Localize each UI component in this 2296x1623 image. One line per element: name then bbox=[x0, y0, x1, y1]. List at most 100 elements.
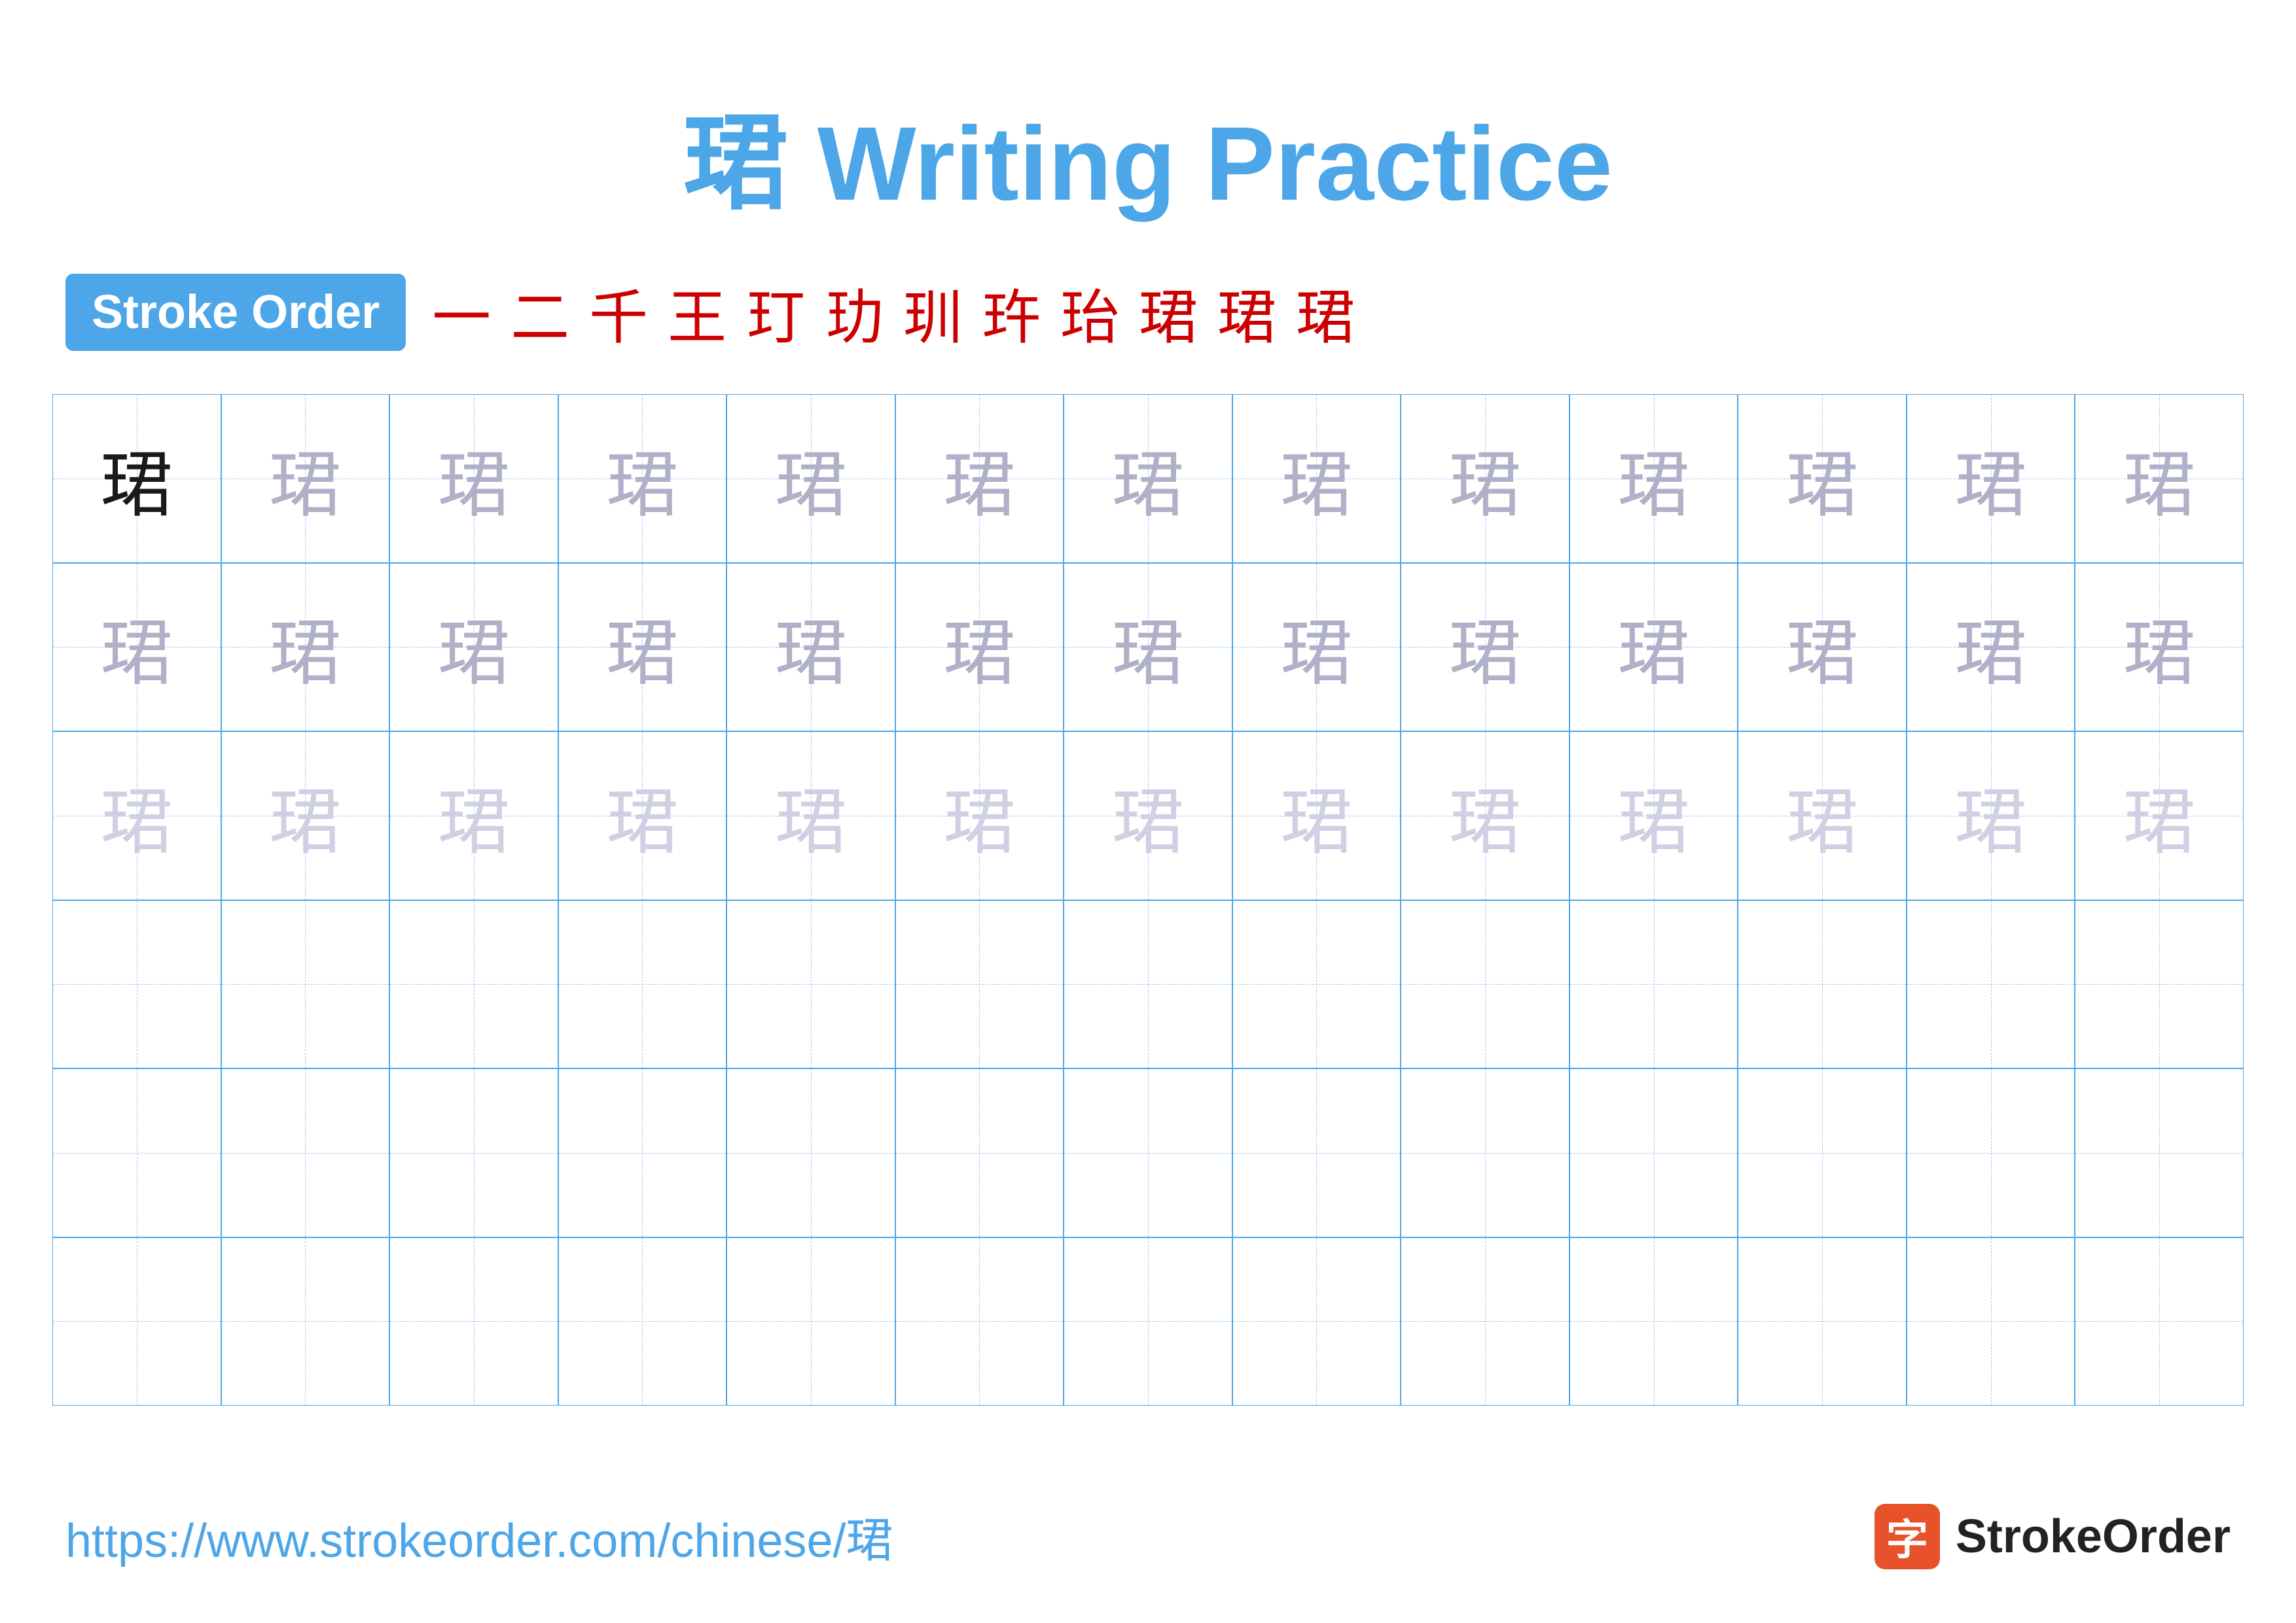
grid-cell[interactable]: 珺 bbox=[221, 563, 390, 732]
cell-char: 珺 bbox=[2123, 594, 2195, 699]
grid-cell[interactable]: 珺 bbox=[895, 563, 1064, 732]
grid-cell[interactable] bbox=[895, 1237, 1064, 1406]
cell-char: 珺 bbox=[101, 594, 173, 699]
cell-char: 珺 bbox=[1449, 594, 1521, 699]
cell-char: 珺 bbox=[775, 426, 847, 531]
grid-cell[interactable]: 珺 bbox=[1907, 563, 2075, 732]
grid-cell[interactable]: 珺 bbox=[389, 394, 558, 563]
grid-cell[interactable]: 珺 bbox=[1232, 394, 1401, 563]
grid-cell[interactable]: 珺 bbox=[558, 563, 727, 732]
cell-char: 珺 bbox=[438, 426, 510, 531]
grid-cell[interactable]: 珺 bbox=[1907, 394, 2075, 563]
grid-cell[interactable] bbox=[1064, 1237, 1232, 1406]
grid-cell[interactable]: 珺 bbox=[1401, 394, 1570, 563]
grid-cell[interactable]: 珺 bbox=[1738, 394, 1907, 563]
grid-cell[interactable]: 珺 bbox=[558, 731, 727, 900]
grid-cell[interactable]: 珺 bbox=[895, 394, 1064, 563]
grid-cell[interactable] bbox=[1738, 900, 1907, 1069]
grid-cell[interactable]: 珺 bbox=[1232, 563, 1401, 732]
grid-cell[interactable]: 珺 bbox=[726, 563, 895, 732]
grid-cell[interactable]: 珺 bbox=[1232, 731, 1401, 900]
grid-cell[interactable] bbox=[895, 1068, 1064, 1237]
grid-cell[interactable] bbox=[52, 1237, 221, 1406]
practice-grid-container: 珺 珺 珺 珺 珺 珺 珺 珺 珺 珺 珺 珺 珺 珺 珺 珺 珺 珺 珺 珺 … bbox=[0, 394, 2296, 1406]
grid-cell[interactable] bbox=[1064, 1068, 1232, 1237]
grid-cell[interactable] bbox=[558, 900, 727, 1069]
grid-cell[interactable]: 珺 bbox=[2075, 563, 2244, 732]
grid-cell[interactable]: 珺 bbox=[52, 563, 221, 732]
grid-cell[interactable]: 珺 bbox=[2075, 731, 2244, 900]
grid-cell[interactable]: 珺 bbox=[1570, 563, 1738, 732]
practice-row-5 bbox=[52, 1068, 2244, 1237]
grid-cell[interactable]: 珺 bbox=[52, 900, 221, 1069]
grid-cell[interactable] bbox=[1907, 900, 2075, 1069]
grid-cell[interactable] bbox=[1570, 900, 1738, 1069]
grid-cell[interactable] bbox=[221, 1237, 390, 1406]
stroke-step-10: 珺 bbox=[1139, 270, 1198, 355]
grid-cell[interactable]: 珺 bbox=[1401, 731, 1570, 900]
grid-cell[interactable]: 珺 bbox=[1738, 563, 1907, 732]
cell-char: 珺 bbox=[1112, 594, 1184, 699]
stroke-step-6: 玏 bbox=[825, 270, 884, 355]
grid-cell[interactable] bbox=[1232, 1237, 1401, 1406]
cell-char: 珺 bbox=[269, 426, 341, 531]
grid-cell[interactable] bbox=[726, 1068, 895, 1237]
grid-cell[interactable] bbox=[1401, 900, 1570, 1069]
cell-char: 珺 bbox=[101, 932, 173, 1036]
logo-name: StrokeOrder bbox=[1956, 1510, 2231, 1563]
grid-cell[interactable] bbox=[1570, 1237, 1738, 1406]
grid-cell[interactable] bbox=[221, 1068, 390, 1237]
grid-cell[interactable] bbox=[2075, 900, 2244, 1069]
grid-cell[interactable] bbox=[389, 900, 558, 1069]
grid-cell[interactable] bbox=[1570, 1068, 1738, 1237]
logo-icon: 字 bbox=[1874, 1504, 1940, 1569]
grid-cell[interactable] bbox=[1907, 1237, 2075, 1406]
grid-cell[interactable] bbox=[1738, 1237, 1907, 1406]
page-title: 珺 Writing Practice bbox=[0, 0, 2296, 230]
grid-cell[interactable]: 珺 bbox=[726, 731, 895, 900]
grid-cell[interactable]: 珺 bbox=[1064, 394, 1232, 563]
stroke-step-5: 玎 bbox=[746, 270, 805, 355]
grid-cell[interactable]: 珺 bbox=[389, 563, 558, 732]
cell-char: 珺 bbox=[1280, 426, 1352, 531]
grid-cell[interactable] bbox=[2075, 1237, 2244, 1406]
grid-cell[interactable]: 珺 bbox=[1570, 394, 1738, 563]
cell-char: 珺 bbox=[1786, 763, 1858, 868]
grid-cell[interactable]: 珺 bbox=[1064, 731, 1232, 900]
grid-cell[interactable]: 珺 bbox=[895, 731, 1064, 900]
website-url[interactable]: https://www.strokeorder.com/chinese/珺 bbox=[65, 1502, 893, 1571]
cell-char: 珺 bbox=[943, 594, 1015, 699]
grid-cell[interactable] bbox=[221, 900, 390, 1069]
cell-char: 珺 bbox=[1112, 763, 1184, 868]
grid-cell[interactable] bbox=[1738, 1068, 1907, 1237]
grid-cell[interactable] bbox=[1907, 1068, 2075, 1237]
grid-cell[interactable] bbox=[726, 1237, 895, 1406]
grid-cell[interactable]: 珺 bbox=[726, 394, 895, 563]
grid-cell[interactable] bbox=[2075, 1068, 2244, 1237]
grid-cell[interactable]: 珺 bbox=[52, 731, 221, 900]
grid-cell[interactable] bbox=[895, 900, 1064, 1069]
grid-cell[interactable]: 珺 bbox=[2075, 394, 2244, 563]
grid-cell[interactable] bbox=[1064, 900, 1232, 1069]
cell-char: 珺 bbox=[1112, 426, 1184, 531]
grid-cell[interactable] bbox=[1401, 1237, 1570, 1406]
grid-cell[interactable] bbox=[1232, 1068, 1401, 1237]
grid-cell[interactable] bbox=[1401, 1068, 1570, 1237]
grid-cell[interactable] bbox=[1232, 900, 1401, 1069]
grid-cell[interactable]: 珺 bbox=[1738, 731, 1907, 900]
grid-cell[interactable] bbox=[389, 1068, 558, 1237]
grid-cell[interactable] bbox=[726, 900, 895, 1069]
grid-cell[interactable] bbox=[558, 1068, 727, 1237]
grid-cell[interactable]: 珺 bbox=[389, 731, 558, 900]
grid-cell[interactable]: 珺 bbox=[558, 394, 727, 563]
grid-cell[interactable] bbox=[52, 1068, 221, 1237]
grid-cell[interactable]: 珺 bbox=[52, 394, 221, 563]
grid-cell[interactable]: 珺 bbox=[1570, 731, 1738, 900]
grid-cell[interactable]: 珺 bbox=[1401, 563, 1570, 732]
grid-cell[interactable]: 珺 bbox=[221, 394, 390, 563]
grid-cell[interactable]: 珺 bbox=[1907, 731, 2075, 900]
grid-cell[interactable]: 珺 bbox=[221, 731, 390, 900]
grid-cell[interactable] bbox=[389, 1237, 558, 1406]
grid-cell[interactable] bbox=[558, 1237, 727, 1406]
grid-cell[interactable]: 珺 bbox=[1064, 563, 1232, 732]
